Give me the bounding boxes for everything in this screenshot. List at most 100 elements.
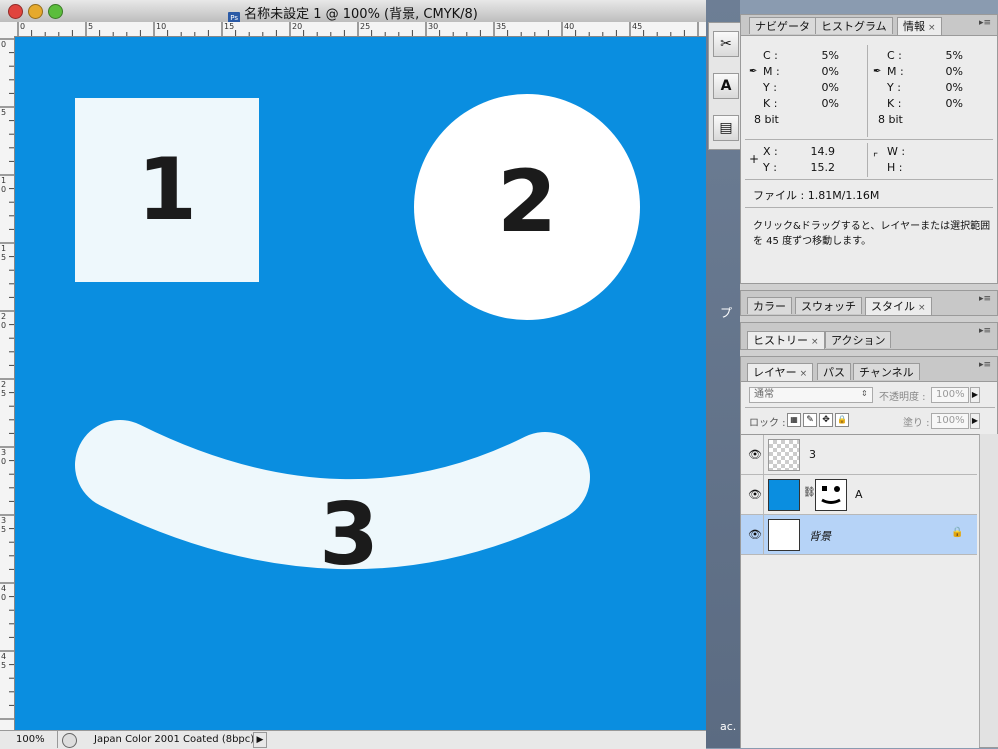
eyedropper-icon[interactable]: ✒ bbox=[749, 66, 757, 77]
ruler-origin[interactable] bbox=[0, 22, 15, 37]
zoom-level-field[interactable]: 100% bbox=[0, 731, 58, 748]
status-bar: 100% Japan Color 2001 Coated (8bpc) ▶ bbox=[0, 730, 706, 749]
tool-hint-line-2: を 45 度ずつ移動します。 bbox=[753, 236, 872, 247]
tab-layers[interactable]: レイヤー × bbox=[747, 363, 814, 381]
value-x: 14.9 bbox=[810, 145, 836, 158]
layer-row-selected[interactable]: 👁 背景 🔒 bbox=[741, 515, 977, 555]
tab-navigator-label: ナビゲータ bbox=[755, 20, 810, 33]
document-window: Ps 名称未設定 1 @ 100% (背景, CMYK/8) 0 5 10 15 20 25… bbox=[0, 0, 706, 749]
ruler-label: 2 5 bbox=[1, 380, 7, 398]
value-y: 15.2 bbox=[810, 161, 836, 174]
label-h: H : bbox=[887, 161, 903, 174]
label-y: Y : bbox=[763, 81, 777, 94]
ruler-label: 30 bbox=[428, 22, 439, 31]
lock-pixels-icon[interactable]: ✎ bbox=[803, 413, 817, 427]
lock-position-icon[interactable]: ✥ bbox=[819, 413, 833, 427]
info-divider bbox=[867, 45, 868, 137]
blend-mode-select[interactable]: 通常 bbox=[749, 387, 873, 403]
color-panel-menu-icon[interactable]: ▸≡ bbox=[979, 294, 991, 304]
lock-transparency-icon[interactable]: ▦ bbox=[787, 413, 801, 427]
fill-label: 塗り : bbox=[903, 418, 930, 429]
type-icon[interactable]: A bbox=[713, 73, 739, 99]
tab-info[interactable]: 情報 × bbox=[897, 17, 942, 35]
tab-navigator[interactable]: ナビゲータ bbox=[749, 17, 816, 34]
visibility-eye-icon[interactable]: 👁 bbox=[748, 448, 762, 461]
layer-row[interactable]: 👁 3 bbox=[741, 435, 977, 475]
chevron-down-icon: ⇕ bbox=[861, 389, 868, 398]
opacity-slider-arrow[interactable]: ▶ bbox=[970, 387, 980, 403]
crosshair-icon: + bbox=[749, 152, 760, 166]
document-canvas[interactable]: 1 2 3 bbox=[15, 37, 706, 730]
tab-histogram-label: ヒストグラム bbox=[821, 20, 887, 33]
layer-name[interactable]: 3 bbox=[809, 448, 816, 461]
ruler-label: 0 bbox=[20, 22, 26, 31]
color-profile-text: Japan Color 2001 Coated (8bpc) bbox=[94, 734, 255, 745]
lock-all-icon[interactable]: 🔒 bbox=[835, 413, 849, 427]
label-y-right: Y : bbox=[887, 81, 901, 94]
palette-area: ナビゲータ ヒストグラム 情報 × ▸≡ C :5% M :0% Y :0% K … bbox=[740, 14, 998, 748]
ruler-label: 40 bbox=[564, 22, 575, 31]
tab-history[interactable]: ヒストリー × bbox=[747, 331, 825, 349]
tab-channels[interactable]: チャンネル bbox=[853, 363, 920, 380]
value-left-y: 0% bbox=[821, 81, 839, 94]
vertical-ruler[interactable]: 0 5 1 0 1 5 2 0 2 5 3 0 3 5 4 0 4 5 bbox=[0, 36, 15, 730]
ruler-label: 25 bbox=[360, 22, 371, 31]
left-bit-depth: 8 bit bbox=[754, 113, 779, 126]
row-divider bbox=[763, 515, 764, 555]
layers-list: 👁 3 👁 ⛓ A 👁 背景 🔒 bbox=[741, 434, 979, 748]
tab-histogram[interactable]: ヒストグラム bbox=[815, 17, 893, 34]
status-options-icon[interactable] bbox=[62, 733, 77, 748]
fill-field[interactable]: 100% bbox=[931, 413, 969, 429]
info-right-cmyk: C : 5% M : 0% Y : 0% K : 0% bbox=[887, 49, 963, 113]
tab-styles[interactable]: スタイル × bbox=[865, 297, 932, 315]
tab-actions-label: アクション bbox=[831, 334, 886, 347]
close-layers-tab-icon[interactable]: × bbox=[800, 369, 808, 379]
info-separator-2 bbox=[745, 179, 993, 180]
tool-panel: ✂ A ▤ bbox=[708, 22, 742, 150]
status-menu-arrow-button[interactable]: ▶ bbox=[253, 732, 267, 748]
close-tab-icon[interactable]: × bbox=[928, 23, 936, 33]
title-bar[interactable]: Ps 名称未設定 1 @ 100% (背景, CMYK/8) bbox=[0, 0, 706, 25]
smile-label: 3 bbox=[319, 485, 379, 585]
layer-mask-thumbnail[interactable] bbox=[815, 479, 847, 511]
layer-thumbnail bbox=[768, 519, 800, 551]
close-history-tab-icon[interactable]: × bbox=[811, 337, 819, 347]
eyedropper-icon-right[interactable]: ✒ bbox=[873, 66, 881, 77]
panel-menu-icon[interactable]: ▸≡ bbox=[979, 18, 991, 28]
ruler-label: 3 0 bbox=[1, 448, 7, 466]
layers-panel-menu-icon[interactable]: ▸≡ bbox=[979, 360, 991, 370]
value-left-m: 0% bbox=[821, 65, 839, 78]
tab-color[interactable]: カラー bbox=[747, 297, 792, 314]
smile-shape[interactable] bbox=[15, 37, 706, 730]
layer-thumbnail bbox=[768, 479, 800, 511]
ruler-label: 0 bbox=[1, 40, 7, 49]
fill-slider-arrow[interactable]: ▶ bbox=[970, 413, 980, 429]
horizontal-ruler[interactable]: 0 5 10 15 20 25 30 35 40 45 bbox=[14, 22, 706, 37]
opacity-field[interactable]: 100% bbox=[931, 387, 969, 403]
right-bit-depth: 8 bit bbox=[878, 113, 903, 126]
ruler-label: 3 5 bbox=[1, 516, 7, 534]
visibility-eye-icon[interactable]: 👁 bbox=[748, 528, 762, 541]
ruler-label: 4 5 bbox=[1, 652, 7, 670]
scissors-icon[interactable]: ✂ bbox=[713, 31, 739, 57]
notes-icon[interactable]: ▤ bbox=[713, 115, 739, 141]
layers-scrollbar[interactable] bbox=[979, 434, 998, 747]
tab-paths[interactable]: パス bbox=[817, 363, 851, 380]
layer-name[interactable]: A bbox=[855, 488, 863, 501]
tab-channels-label: チャンネル bbox=[859, 366, 914, 379]
tab-actions[interactable]: アクション bbox=[825, 331, 892, 348]
ruler-label: 1 0 bbox=[1, 176, 7, 194]
label-m-right: M : bbox=[887, 65, 904, 78]
visibility-eye-icon[interactable]: 👁 bbox=[748, 488, 762, 501]
label-c-right: C : bbox=[887, 49, 902, 62]
info-separator-3 bbox=[745, 207, 993, 208]
layer-row[interactable]: 👁 ⛓ A bbox=[741, 475, 977, 515]
layer-name[interactable]: 背景 bbox=[809, 528, 831, 544]
value-right-m: 0% bbox=[945, 65, 963, 78]
tab-info-label: 情報 bbox=[903, 20, 925, 33]
tab-swatches[interactable]: スウォッチ bbox=[795, 297, 862, 314]
layer-mask-link-icon[interactable]: ⛓ bbox=[803, 487, 816, 498]
close-styles-tab-icon[interactable]: × bbox=[918, 303, 926, 313]
color-panel: カラー スウォッチ スタイル × ▸≡ bbox=[740, 290, 998, 316]
history-panel-menu-icon[interactable]: ▸≡ bbox=[979, 326, 991, 336]
